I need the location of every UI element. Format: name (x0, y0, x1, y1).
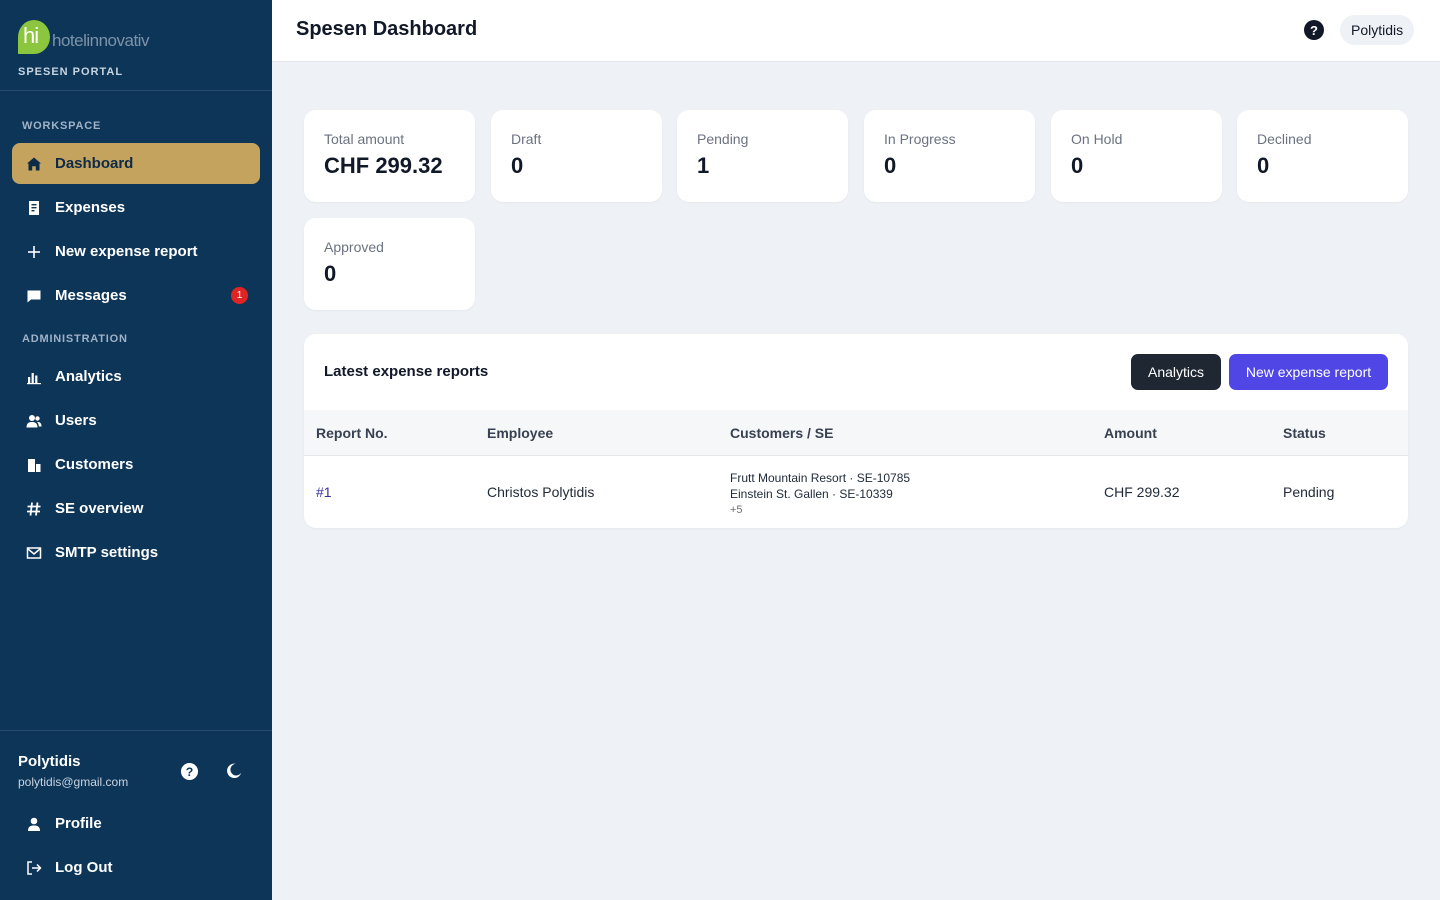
stat-value: 0 (884, 153, 897, 178)
logo[interactable]: hi hotelinnovativ (18, 16, 254, 54)
administration-section-label: ADMINISTRATION (22, 333, 128, 345)
report-number-link[interactable]: #1 (316, 484, 332, 500)
messages-badge: 1 (231, 287, 248, 304)
chat-icon (25, 287, 43, 305)
stat-label: Approved (324, 239, 384, 255)
stat-card-declined: Declined 0 (1237, 110, 1408, 202)
logout-icon (25, 859, 43, 877)
brand: hi hotelinnovativ SPESEN PORTAL (0, 0, 272, 91)
user-block: Polytidis polytidis@gmail.com ? Profile … (0, 730, 272, 900)
sidebar-item-label: Profile (55, 815, 102, 832)
more-customers-count: +5 (730, 504, 743, 516)
stat-value: 0 (324, 261, 337, 286)
users-icon (25, 412, 43, 430)
sidebar-item-label: Messages (55, 287, 127, 304)
receipt-icon (25, 199, 43, 217)
page-title: Spesen Dashboard (296, 18, 478, 40)
stat-label: Declined (1257, 131, 1312, 147)
table-header: Report No. Employee Customers / SE Amoun… (304, 410, 1408, 456)
column-header-status[interactable]: Status (1283, 425, 1326, 441)
sidebar-item-label: SMTP settings (55, 544, 159, 561)
latest-expense-reports-panel: Latest expense reports Analytics New exp… (304, 334, 1408, 528)
sidebar-item-logout[interactable]: Log Out (12, 847, 260, 888)
amount-cell: CHF 299.32 (1104, 484, 1180, 500)
new-expense-report-button[interactable]: New expense report (1229, 354, 1388, 390)
column-header-customers-se[interactable]: Customers / SE (730, 425, 833, 441)
header-help-icon[interactable]: ? (1304, 20, 1324, 40)
sidebar-item-label: Log Out (55, 859, 113, 876)
portal-label: SPESEN PORTAL (18, 66, 124, 78)
stat-card-in-progress: In Progress 0 (864, 110, 1035, 202)
hash-icon (25, 500, 43, 518)
status-cell: Pending (1283, 484, 1335, 500)
building-icon (25, 456, 43, 474)
top-header: Spesen Dashboard ? Polytidis (272, 0, 1440, 62)
stat-value: 1 (697, 153, 710, 178)
user-email: polytidis@gmail.com (18, 775, 129, 789)
sidebar-item-smtp-settings[interactable]: SMTP settings (12, 532, 260, 573)
stat-value: 0 (1257, 153, 1270, 178)
customer-line: Frutt Mountain Resort · SE-10785 (730, 471, 911, 485)
user-icon (25, 815, 43, 833)
sidebar-item-customers[interactable]: Customers (12, 444, 260, 485)
stat-value: 0 (511, 153, 524, 178)
user-menu-button[interactable]: Polytidis (1340, 15, 1415, 45)
sidebar-item-label: Dashboard (55, 155, 134, 172)
home-icon (25, 155, 43, 173)
sidebar-item-label: Expenses (55, 199, 126, 216)
table-row[interactable]: #1 Christos Polytidis Frutt Mountain Res… (304, 456, 1408, 528)
sidebar-item-profile[interactable]: Profile (12, 803, 260, 844)
stat-label: Pending (697, 131, 749, 147)
workspace-nav: Dashboard Expenses New expense report Me… (0, 143, 272, 316)
stat-value: 0 (1071, 153, 1084, 178)
stat-label: Total amount (324, 131, 405, 147)
stat-label: Draft (511, 131, 542, 147)
sidebar-item-dashboard[interactable]: Dashboard (12, 143, 260, 184)
stat-card-total-amount: Total amount CHF 299.32 (304, 110, 475, 202)
logo-mark-text: hi (23, 23, 39, 48)
sidebar-item-label: Customers (55, 456, 134, 473)
analytics-button[interactable]: Analytics (1131, 354, 1221, 390)
help-icon[interactable]: ? (179, 761, 199, 781)
stat-card-approved: Approved 0 (304, 218, 475, 310)
sidebar-item-se-overview[interactable]: SE overview (12, 488, 260, 529)
logo-text: hotelinnovativ (52, 31, 149, 50)
sidebar: hi hotelinnovativ SPESEN PORTAL WORKSPAC… (0, 0, 272, 900)
bar-chart-icon (25, 368, 43, 386)
logo-mark: hi (18, 20, 50, 54)
plus-icon (25, 243, 43, 261)
svg-text:?: ? (185, 764, 193, 778)
column-header-employee[interactable]: Employee (487, 425, 553, 441)
stat-label: On Hold (1071, 131, 1123, 147)
sidebar-item-label: Users (55, 412, 97, 429)
sidebar-item-label: Analytics (55, 368, 122, 385)
user-links: Profile Log Out (12, 803, 260, 891)
stat-card-on-hold: On Hold 0 (1051, 110, 1222, 202)
stat-label: In Progress (884, 131, 956, 147)
customer-line: Einstein St. Gallen · SE-10339 (730, 487, 893, 501)
sidebar-item-analytics[interactable]: Analytics (12, 356, 260, 397)
employee-cell: Christos Polytidis (487, 484, 595, 500)
column-header-amount[interactable]: Amount (1104, 425, 1157, 441)
customers-cell: Frutt Mountain Resort · SE-10785 Einstei… (730, 470, 910, 518)
admin-nav: Analytics Users Customers SE overview SM… (0, 356, 272, 573)
stat-card-pending: Pending 1 (677, 110, 848, 202)
sidebar-item-expenses[interactable]: Expenses (12, 187, 260, 228)
mail-icon (25, 544, 43, 562)
sidebar-item-label: New expense report (55, 243, 198, 260)
sidebar-item-new-expense-report[interactable]: New expense report (12, 231, 260, 272)
sidebar-item-label: SE overview (55, 500, 144, 517)
sidebar-item-users[interactable]: Users (12, 400, 260, 441)
dark-mode-toggle-icon[interactable] (224, 761, 244, 781)
panel-title: Latest expense reports (324, 363, 489, 380)
column-header-report-no[interactable]: Report No. (316, 425, 388, 441)
workspace-section-label: WORKSPACE (22, 120, 102, 132)
sidebar-item-messages[interactable]: Messages 1 (12, 275, 260, 316)
stat-card-draft: Draft 0 (491, 110, 662, 202)
stat-value: CHF 299.32 (324, 153, 443, 178)
user-name: Polytidis (18, 753, 81, 770)
